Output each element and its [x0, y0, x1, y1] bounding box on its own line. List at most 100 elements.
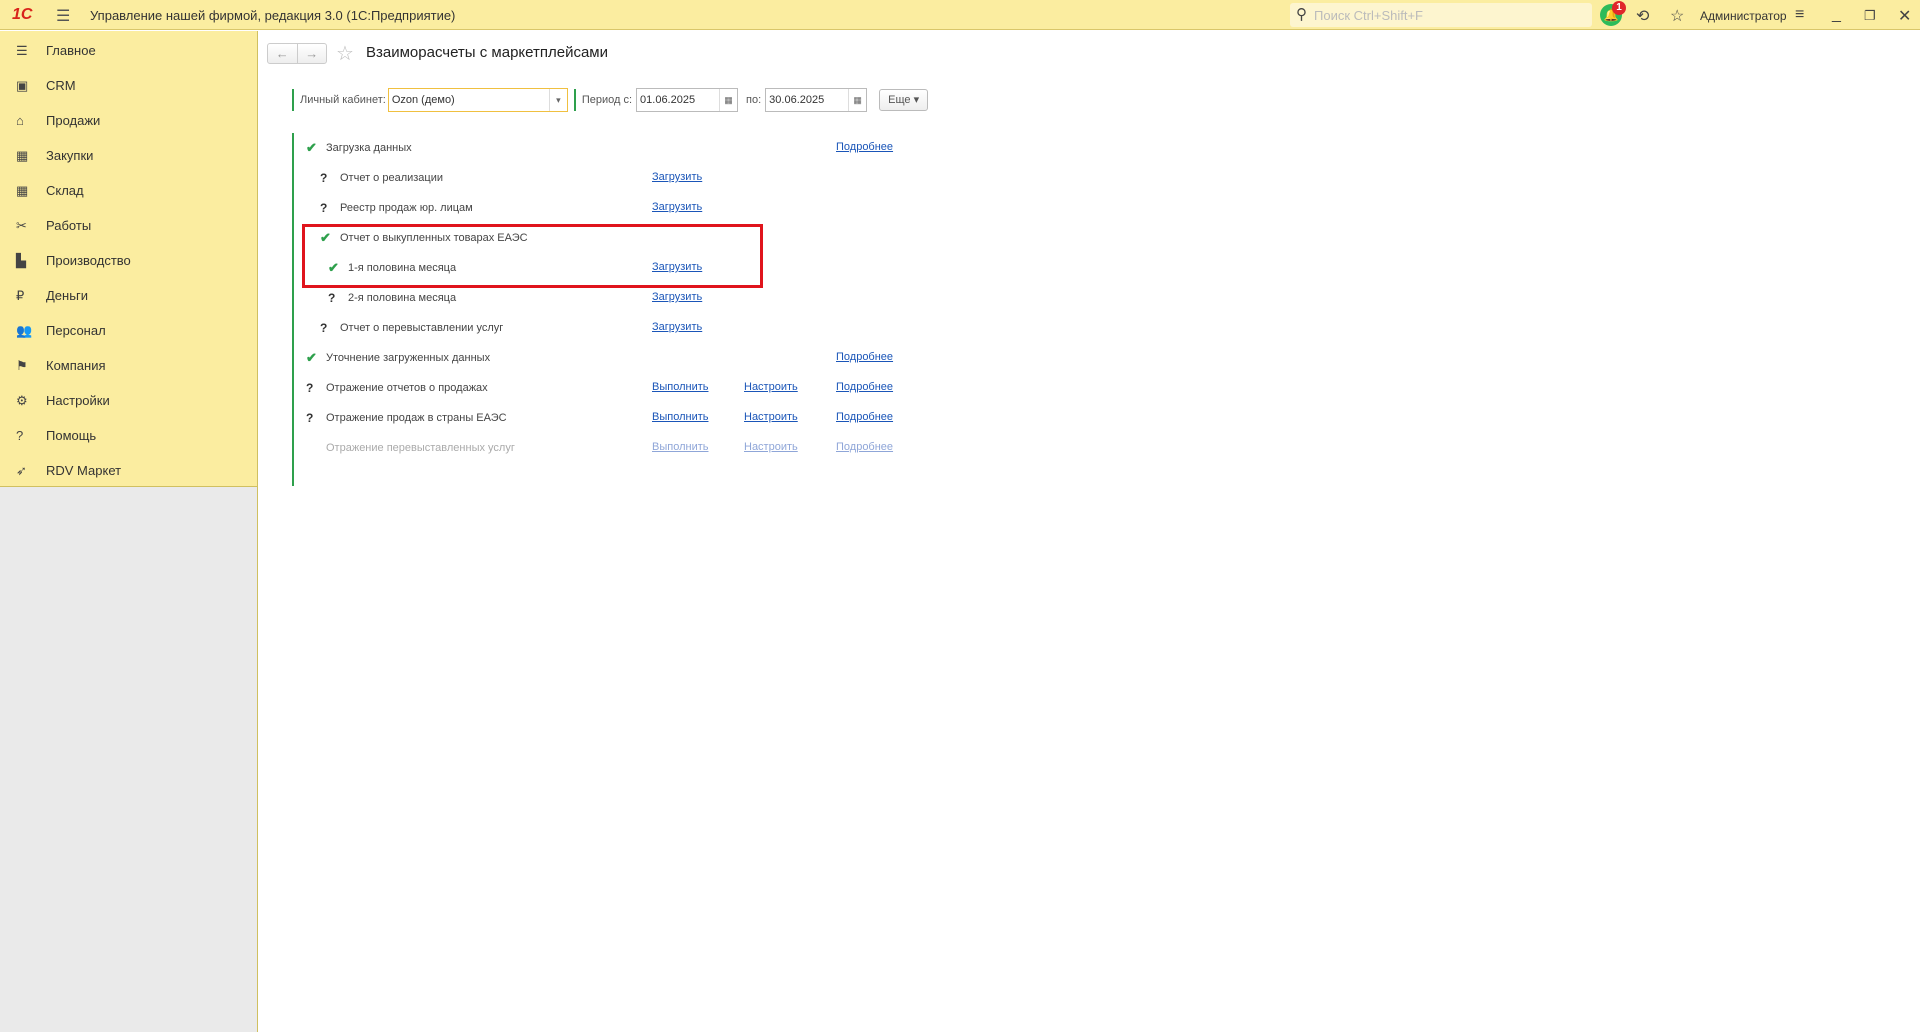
- run-link[interactable]: Выполнить: [652, 381, 708, 393]
- more-button[interactable]: Еще ▾: [879, 89, 929, 111]
- forward-button[interactable]: →: [298, 44, 327, 63]
- sidebar-item-label: Закупки: [46, 148, 94, 163]
- load-link[interactable]: Загрузить: [652, 321, 702, 333]
- favorites-star-icon[interactable]: ☆: [1670, 6, 1684, 26]
- step-label: Уточнение загруженных данных: [326, 352, 491, 364]
- sidebar-item[interactable]: ➶ RDV Маркет: [0, 453, 257, 488]
- load-link[interactable]: Загрузить: [652, 171, 702, 183]
- back-button[interactable]: ←: [268, 44, 298, 63]
- 1c-logo: 1С: [12, 6, 33, 23]
- gear-icon: ⚙: [16, 392, 28, 408]
- period-from-input[interactable]: 01.06.2025 ▦: [636, 88, 739, 112]
- sidebar: ☰ Главное ▣ CRM ⌂ Продажи ▦ Закупки ▦ Склад ✂ Работ…: [0, 31, 258, 1032]
- people-icon: 👥: [16, 322, 33, 338]
- step-label: 2-я половина месяца: [348, 292, 457, 304]
- sidebar-item-label: Главное: [46, 43, 96, 58]
- period-from-label: Период с:: [581, 94, 633, 106]
- sidebar-item[interactable]: ⌂ Продажи: [0, 103, 257, 138]
- step-row: ✔ Загрузка данных: [306, 133, 412, 163]
- step-label: Загрузка данных: [326, 142, 412, 154]
- crm-icon: ▣: [16, 77, 29, 93]
- sidebar-item[interactable]: ? Помощь: [0, 418, 257, 453]
- account-select[interactable]: Ozon (демо) ▾: [387, 88, 568, 112]
- sidebar-item[interactable]: ▙ Производство: [0, 243, 257, 278]
- step-row: ✔ Уточнение загруженных данных: [306, 343, 490, 373]
- sidebar-item-label: Деньги: [46, 288, 88, 303]
- help-icon: ?: [16, 428, 24, 443]
- account-label: Личный кабинет:: [300, 94, 386, 106]
- period-to-label: по:: [746, 94, 762, 106]
- steps-list: ✔ Загрузка данных Подробнее? Отчет о реализ…: [292, 133, 912, 486]
- details-link[interactable]: Подробнее: [836, 351, 893, 363]
- sidebar-item[interactable]: 👥 Персонал: [0, 313, 257, 348]
- sidebar-item[interactable]: ▣ CRM: [0, 68, 257, 103]
- factory-icon: ▙: [16, 252, 26, 268]
- question-icon: ?: [320, 201, 328, 215]
- settings-menu-icon[interactable]: ≡: [1795, 6, 1804, 24]
- step-row: ? Отражение продаж в страны ЕАЭС: [306, 403, 507, 433]
- question-icon: ?: [320, 171, 328, 185]
- calendar-icon[interactable]: ▦: [848, 89, 866, 111]
- sidebar-item[interactable]: ✂ Работы: [0, 208, 257, 243]
- question-icon: ?: [328, 291, 336, 305]
- step-row: ? Отчет о перевыставлении услуг: [320, 313, 503, 343]
- minimize-icon[interactable]: _: [1832, 6, 1841, 24]
- sidebar-item-label: Настройки: [46, 393, 110, 408]
- step-label: Отчет о перевыставлении услуг: [340, 322, 504, 334]
- app-title: Управление нашей фирмой, редакция 3.0 (1…: [90, 8, 456, 23]
- run-link[interactable]: Настроить: [744, 441, 798, 453]
- run-link[interactable]: Выполнить: [652, 441, 708, 453]
- top-bar: 1С ☰ Управление нашей фирмой, редакция 3…: [0, 0, 1920, 30]
- run-link[interactable]: Настроить: [744, 411, 798, 423]
- run-link[interactable]: Выполнить: [652, 411, 708, 423]
- step-label: Отражение продаж в страны ЕАЭС: [326, 412, 507, 424]
- sidebar-item-label: Работы: [46, 218, 92, 233]
- page-title: Взаиморасчеты с маркетплейсами: [366, 44, 608, 61]
- sidebar-item-label: RDV Маркет: [46, 463, 122, 478]
- sidebar-item[interactable]: ☰ Главное: [0, 33, 257, 68]
- user-name[interactable]: Администратор: [1700, 9, 1787, 23]
- sidebar-item[interactable]: ▦ Закупки: [0, 138, 257, 173]
- flag-icon: ⚑: [16, 357, 28, 373]
- restore-icon[interactable]: ❐: [1864, 8, 1876, 24]
- search-placeholder: Поиск Ctrl+Shift+F: [1314, 8, 1423, 23]
- calendar-icon[interactable]: ▦: [719, 89, 737, 111]
- details-link[interactable]: Подробнее: [836, 411, 893, 423]
- step-label: Реестр продаж юр. лицам: [340, 202, 473, 214]
- menu-icon: ☰: [16, 42, 28, 58]
- check-icon: ✔: [306, 140, 317, 155]
- period-to-input[interactable]: 30.06.2025 ▦: [765, 88, 868, 112]
- sidebar-item-label: CRM: [46, 78, 76, 93]
- close-icon[interactable]: ✕: [1898, 6, 1911, 26]
- sidebar-item[interactable]: ₽ Деньги: [0, 278, 257, 313]
- main-content: ← → ☆ Взаиморасчеты с маркетплейсами Личн…: [259, 31, 1920, 1032]
- favorite-star-icon[interactable]: ☆: [336, 41, 354, 66]
- dropdown-arrow-icon[interactable]: ▾: [548, 89, 567, 111]
- sidebar-item-label: Производство: [46, 253, 131, 268]
- step-label: Отражение перевыставленных услуг: [326, 442, 515, 454]
- details-link[interactable]: Подробнее: [836, 141, 893, 153]
- rocket-icon: ➶: [16, 462, 27, 478]
- details-link[interactable]: Подробнее: [836, 381, 893, 393]
- sidebar-item-label: Персонал: [46, 323, 106, 338]
- period-from-value: 01.06.2025: [640, 94, 696, 106]
- period-to-value: 30.06.2025: [769, 94, 825, 106]
- sidebar-item[interactable]: ▦ Склад: [0, 173, 257, 208]
- step-row: ? Реестр продаж юр. лицам: [320, 193, 473, 223]
- details-link[interactable]: Подробнее: [836, 441, 893, 453]
- sidebar-item[interactable]: ⚑ Компания: [0, 348, 257, 383]
- load-link[interactable]: Загрузить: [652, 201, 702, 213]
- more-label: Еще: [888, 94, 911, 106]
- sidebar-item[interactable]: ⚙ Настройки: [0, 383, 257, 418]
- run-link[interactable]: Настроить: [744, 381, 798, 393]
- search-icon: ⚲: [1296, 6, 1307, 23]
- load-link[interactable]: Загрузить: [652, 291, 702, 303]
- filter-bar: Личный кабинет: Ozon (демо) ▾ Период с: 0…: [292, 88, 929, 112]
- history-icon[interactable]: ⟲: [1636, 6, 1649, 26]
- main-menu-icon[interactable]: ☰: [56, 6, 70, 26]
- step-row: Отражение перевыставленных услуг: [306, 433, 515, 463]
- notification-count: 1: [1612, 1, 1626, 15]
- step-label: Отражение отчетов о продажах: [326, 382, 488, 394]
- search-input[interactable]: ⚲ Поиск Ctrl+Shift+F: [1290, 3, 1592, 27]
- tools-icon: ✂: [16, 217, 27, 233]
